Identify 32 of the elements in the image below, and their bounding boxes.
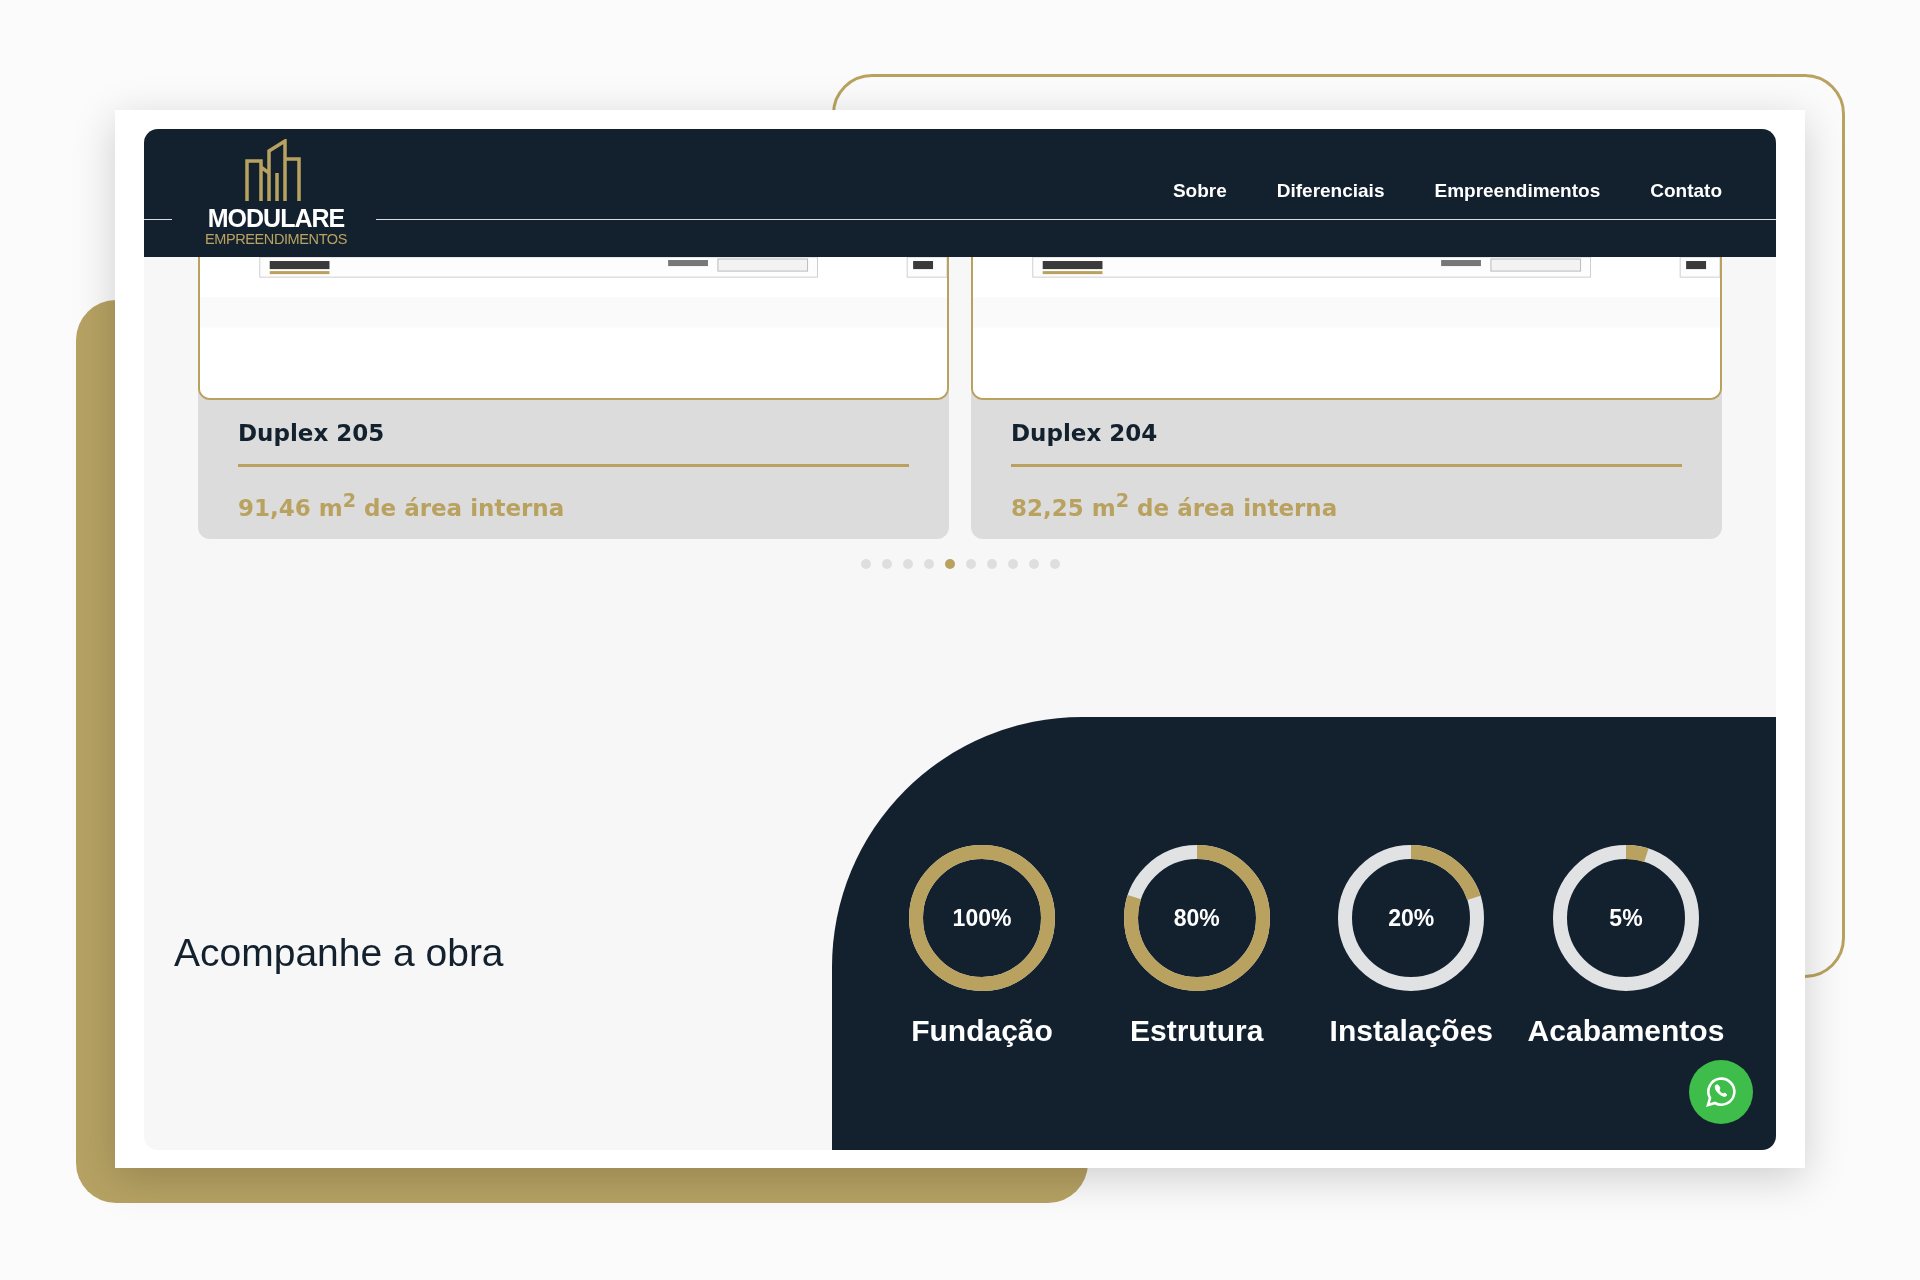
carousel-dot[interactable] bbox=[965, 558, 976, 569]
percent-label: 5% bbox=[1609, 904, 1643, 932]
nav-link[interactable]: Contato bbox=[1650, 180, 1722, 202]
stage-label: Estrutura bbox=[1129, 1014, 1264, 1048]
percent-label: 80% bbox=[1173, 904, 1220, 932]
carousel-dot[interactable] bbox=[923, 558, 934, 569]
percent-label: 100% bbox=[952, 904, 1012, 932]
carousel-dot[interactable] bbox=[881, 558, 892, 569]
carousel-dot[interactable] bbox=[902, 558, 913, 569]
nav-link[interactable]: Empreendimentos bbox=[1434, 180, 1601, 202]
stage-label: Instalações bbox=[1329, 1014, 1493, 1048]
section-title: Acompanhe a obra bbox=[173, 931, 505, 976]
stage-label: Acabamentos bbox=[1527, 1014, 1725, 1048]
logo-wordmark: MODULARE bbox=[207, 205, 345, 232]
carousel-dot[interactable] bbox=[986, 558, 997, 569]
chat-phone-icon bbox=[1703, 1074, 1739, 1110]
carousel-dot[interactable] bbox=[1028, 558, 1039, 569]
nav-link[interactable]: Sobre bbox=[1172, 180, 1227, 202]
percent-label: 20% bbox=[1388, 904, 1435, 932]
area-text: 82,25 m$^{2}$ de área interna bbox=[1011, 489, 1339, 521]
carousel-dot[interactable] bbox=[1007, 558, 1018, 569]
unit-card[interactable]: Duplex 205 91,46 m$^{2}$ de área interna bbox=[198, 257, 949, 539]
card-title: Duplex 204 bbox=[1011, 420, 1159, 446]
logo-tagline: EMPREENDIMENTOS bbox=[205, 232, 347, 247]
nav-link[interactable]: Diferenciais bbox=[1276, 180, 1385, 202]
carousel-dot[interactable] bbox=[944, 558, 955, 569]
carousel-dot[interactable] bbox=[1049, 558, 1060, 569]
area-text: 91,46 m$^{2}$ de área interna bbox=[238, 489, 566, 521]
carousel-dot[interactable] bbox=[860, 558, 871, 569]
unit-card[interactable]: Duplex 204 82,25 m$^{2}$ de área interna bbox=[971, 257, 1722, 539]
card-title: Duplex 205 bbox=[238, 420, 386, 446]
stage-label: Fundação bbox=[911, 1014, 1053, 1048]
